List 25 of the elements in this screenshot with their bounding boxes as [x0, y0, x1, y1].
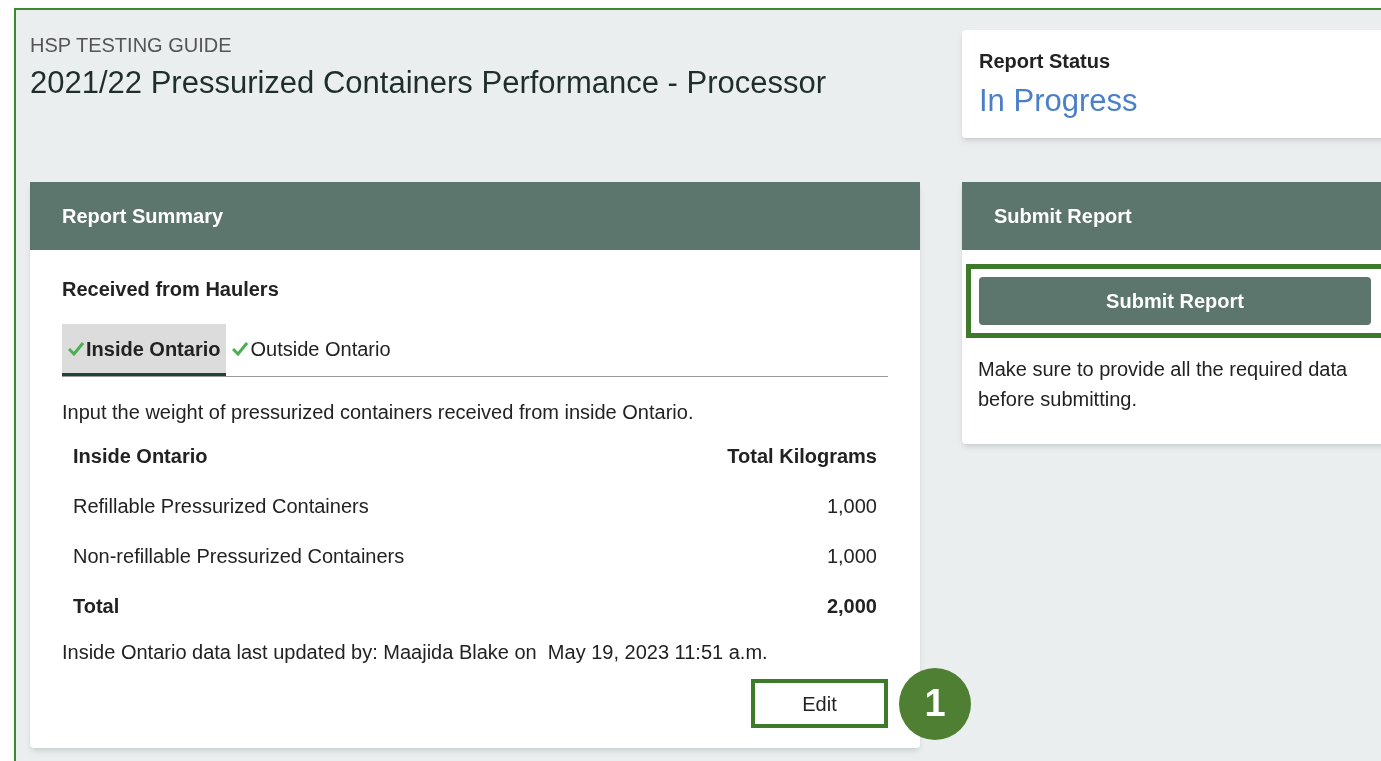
tab-label: Inside Ontario: [86, 336, 221, 362]
tab[interactable]: Inside Ontario: [62, 324, 227, 376]
table-cell-text: Non-refillable Pressurized Containers: [73, 544, 405, 569]
card-header: Report Summary: [30, 182, 920, 250]
step-number-badge: 1: [899, 667, 971, 740]
status-value: In Progress: [979, 82, 1139, 120]
page-title: 2021/22 Pressurized Containers Performance - Processor: [30, 64, 828, 100]
submit-note: Make sure to provide all the required data before submitting.: [977, 357, 1349, 412]
table-cell-text: 1,000: [826, 494, 877, 519]
page-subtitle: HSP TESTING GUIDE: [30, 33, 233, 56]
status-label: Report Status: [979, 49, 1112, 74]
column-header: Total Kilograms: [727, 444, 877, 469]
edit-button[interactable]: Edit: [751, 679, 888, 728]
table-cell-text: 1,000: [826, 544, 877, 569]
table-cell-text: 2,000: [826, 594, 877, 619]
instruction-text: Input the weight of pressurized containers received from inside Ontario.: [62, 400, 695, 425]
submit-report-button[interactable]: Submit Report: [979, 277, 1371, 325]
card-header: Submit Report: [962, 182, 1381, 250]
table-cell-text: Refillable Pressurized Containers: [73, 494, 369, 519]
last-updated-text: Inside Ontario data last updated by: Maajida Blake on May 19, 2023 11:51 a.m.: [62, 640, 769, 665]
tab[interactable]: Outside Ontario: [226, 324, 397, 376]
section-title: Received from Haulers: [62, 277, 280, 302]
tab-label: Outside Ontario: [250, 336, 391, 362]
table-cell-text: Total: [73, 594, 120, 619]
column-header: Inside Ontario: [73, 444, 208, 469]
